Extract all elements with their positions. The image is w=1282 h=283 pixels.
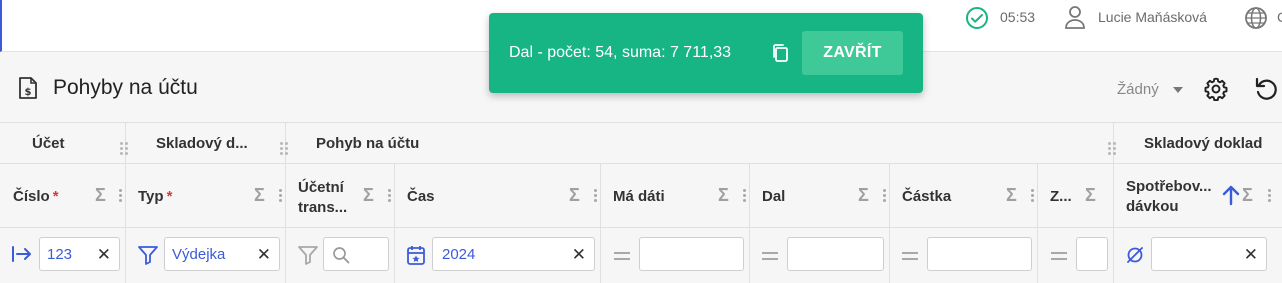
filter-input-castka[interactable]: [927, 237, 1032, 271]
clear-icon[interactable]: ✕: [572, 245, 586, 265]
column-header-spotrebovano-davkou[interactable]: Spotřebov... dávkou: [1126, 177, 1216, 217]
filter-input-spotrebovano-davkou[interactable]: ✕: [1151, 237, 1267, 271]
sum-icon[interactable]: Σ: [254, 185, 265, 206]
sum-icon[interactable]: Σ: [1242, 185, 1253, 206]
column-menu-icon[interactable]: [1268, 189, 1271, 203]
clear-icon[interactable]: ✕: [1244, 245, 1258, 265]
filter-input-cas[interactable]: 2024 ✕: [432, 237, 595, 271]
search-icon: [332, 246, 350, 268]
close-toast-button[interactable]: ZAVŘÍT: [802, 31, 903, 75]
filter-input-ucetni-transakce[interactable]: [323, 237, 389, 271]
clear-icon[interactable]: ✕: [257, 245, 271, 265]
user-icon[interactable]: [1063, 4, 1087, 35]
column-header-ma-dati[interactable]: Má dáti: [613, 188, 665, 205]
filter-row: 123 ✕ Výdejka ✕ 2024 ✕ ✕: [0, 228, 1282, 283]
language-label[interactable]: C: [1277, 9, 1282, 25]
gear-icon[interactable]: [1203, 76, 1229, 107]
column-header-castka[interactable]: Částka: [902, 188, 951, 205]
toast-message: Dal - počet: 54, suma: 7 711,33: [509, 44, 732, 61]
copy-icon[interactable]: [771, 43, 789, 68]
data-grid: Účet Skladový d... Pohyb na účtu Skladov…: [0, 122, 1282, 283]
filter-icon[interactable]: [137, 244, 159, 271]
filter-input-ma-dati[interactable]: [639, 237, 744, 271]
column-menu-icon[interactable]: [388, 189, 391, 203]
reset-icon[interactable]: [1252, 75, 1280, 108]
chevron-down-icon[interactable]: [1173, 87, 1183, 93]
page-title: Pohyby na účtu: [53, 76, 198, 99]
sum-icon[interactable]: Σ: [718, 185, 729, 206]
column-menu-icon[interactable]: [1031, 189, 1034, 203]
drag-handle-icon[interactable]: [120, 142, 128, 156]
sort-ascending-icon[interactable]: [1222, 184, 1240, 211]
status-check-icon[interactable]: [965, 6, 989, 35]
column-header-typ[interactable]: Typ *: [138, 188, 172, 205]
column-menu-icon[interactable]: [279, 189, 282, 203]
group-header-skladovy-doklad: Skladový doklad: [1144, 135, 1263, 152]
group-header-ucet: Účet: [32, 135, 65, 152]
sum-icon[interactable]: Σ: [95, 185, 106, 206]
filter-input-typ[interactable]: Výdejka ✕: [164, 237, 280, 271]
equals-icon[interactable]: [1051, 252, 1067, 260]
group-header-skladovy-d: Skladový d...: [156, 135, 248, 152]
column-menu-icon[interactable]: [883, 189, 886, 203]
column-header-cislo[interactable]: Číslo *: [13, 188, 59, 205]
user-name[interactable]: Lucie Maňásková: [1098, 9, 1207, 25]
globe-icon[interactable]: [1244, 6, 1268, 35]
column-header-z[interactable]: Z...: [1050, 188, 1072, 205]
column-header-row: Číslo * Σ Typ * Σ Účetní trans... Σ Čas Σ …: [0, 164, 1282, 283]
column-header-cas[interactable]: Čas: [407, 188, 435, 205]
sum-icon[interactable]: Σ: [569, 185, 580, 206]
group-header-pohyb-na-uctu: Pohyb na účtu: [316, 135, 420, 152]
document-dollar-icon: $: [18, 76, 38, 105]
filter-input-dal[interactable]: [787, 237, 884, 271]
starts-with-filter-icon[interactable]: [11, 245, 33, 268]
column-menu-icon[interactable]: [594, 189, 597, 203]
sum-icon[interactable]: Σ: [858, 185, 869, 206]
clear-icon[interactable]: ✕: [97, 245, 111, 265]
svg-text:$: $: [25, 87, 32, 98]
filter-input-z[interactable]: [1076, 237, 1108, 271]
column-menu-icon[interactable]: [119, 189, 122, 203]
column-header-ucetni-transakce[interactable]: Účetní trans...: [298, 178, 358, 218]
column-menu-icon[interactable]: [743, 189, 746, 203]
equals-icon[interactable]: [762, 252, 778, 260]
empty-set-icon[interactable]: [1125, 245, 1145, 270]
sum-icon[interactable]: Σ: [1085, 185, 1096, 206]
preset-select[interactable]: Žádný: [1117, 81, 1159, 98]
drag-handle-icon[interactable]: [280, 142, 288, 156]
calendar-icon[interactable]: [406, 244, 426, 271]
column-header-dal[interactable]: Dal: [762, 188, 785, 205]
filter-input-cislo[interactable]: 123 ✕: [39, 237, 120, 271]
equals-icon[interactable]: [614, 252, 630, 260]
equals-icon[interactable]: [902, 252, 918, 260]
sum-icon[interactable]: Σ: [1006, 185, 1017, 206]
filter-icon[interactable]: [297, 244, 319, 271]
sum-icon[interactable]: Σ: [363, 185, 374, 206]
toast-notification: Dal - počet: 54, suma: 7 711,33 ZAVŘÍT: [489, 13, 923, 93]
column-group-row: Účet Skladový d... Pohyb na účtu Skladov…: [0, 123, 1282, 164]
clock-time: 05:53: [1000, 9, 1036, 25]
drag-handle-icon[interactable]: [1108, 142, 1116, 156]
